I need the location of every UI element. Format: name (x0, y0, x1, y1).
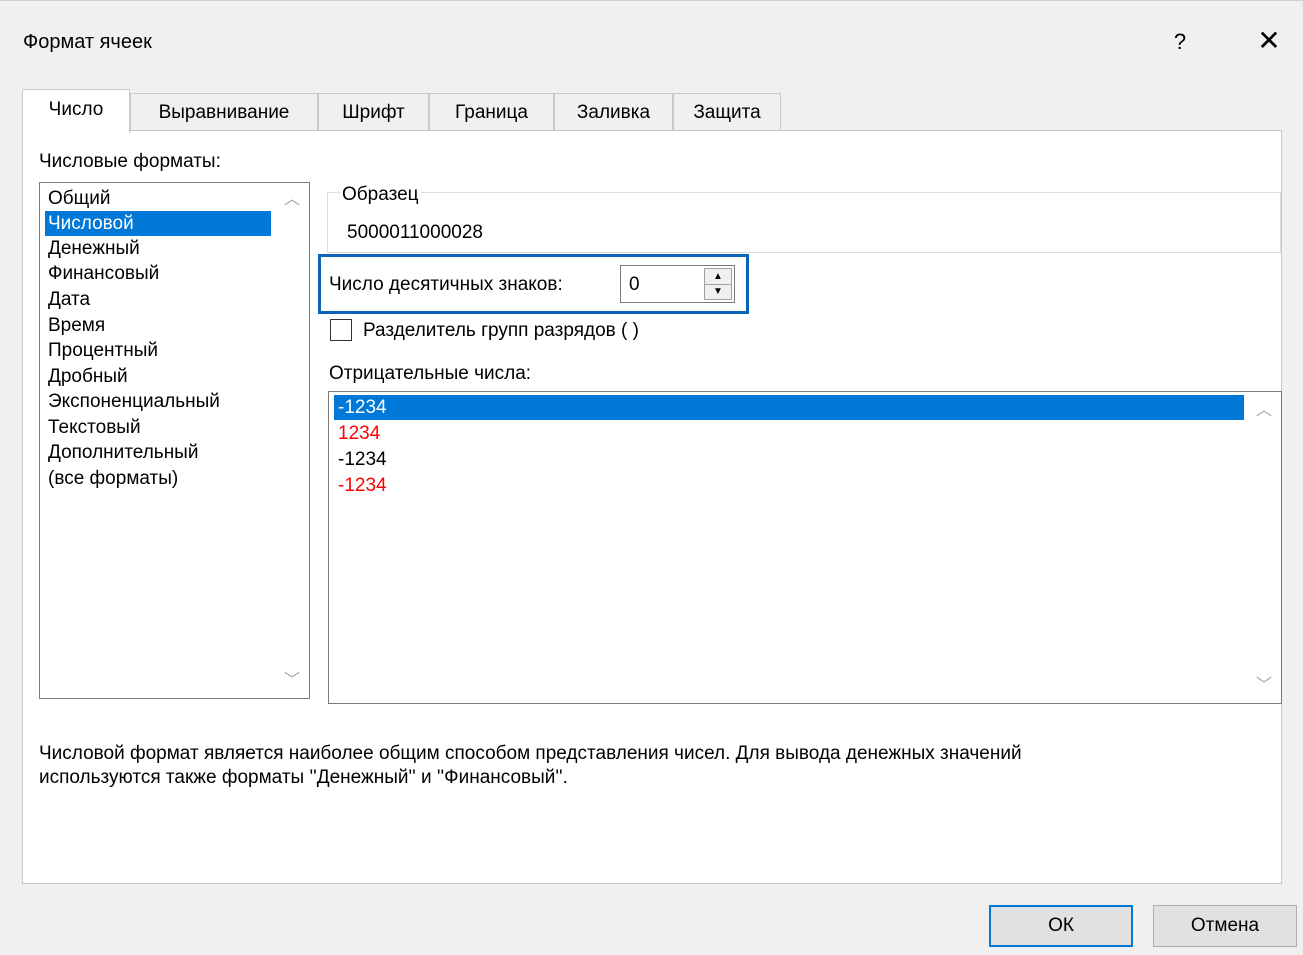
description-line-1: Числовой формат является наиболее общим … (39, 743, 1022, 764)
category-item[interactable]: Текстовый (45, 415, 271, 440)
tab-number[interactable]: Число (22, 89, 130, 133)
negative-format-item[interactable]: -1234 (334, 473, 1244, 498)
negative-format-item[interactable]: 1234 (334, 421, 1244, 446)
negative-numbers-list[interactable]: -1234 1234 -1234 -1234 ︿ ﹀ (328, 391, 1282, 704)
negative-scrollbar[interactable]: ︿ ﹀ (1247, 392, 1281, 703)
category-item[interactable]: Дополнительный (45, 440, 271, 465)
decimal-places-value[interactable]: 0 (629, 274, 640, 296)
title-bar: Формат ячеек ? ✕ (0, 1, 1303, 81)
tab-font[interactable]: Шрифт (318, 93, 429, 130)
category-item[interactable]: Финансовый (45, 261, 271, 286)
chevron-down-icon[interactable]: ﹀ (275, 666, 309, 696)
category-item-selected[interactable]: Числовой (45, 211, 271, 236)
category-scrollbar[interactable]: ︿ ﹀ (275, 183, 309, 698)
category-item[interactable]: Общий (45, 186, 271, 211)
ok-button[interactable]: ОК (989, 905, 1133, 947)
chevron-up-icon[interactable]: ︿ (275, 185, 309, 215)
category-item[interactable]: Дата (45, 287, 271, 312)
chevron-up-icon[interactable]: ︿ (1247, 396, 1281, 426)
chevron-down-icon[interactable]: ﹀ (1247, 671, 1281, 701)
tab-protection[interactable]: Защита (673, 93, 781, 130)
decimal-places-stepper[interactable]: 0 ▲ ▼ (620, 265, 735, 303)
sample-legend: Образец (340, 184, 421, 206)
category-item[interactable]: Время (45, 313, 271, 338)
sample-value: 5000011000028 (347, 222, 483, 243)
spin-down-icon[interactable]: ▼ (705, 284, 731, 299)
help-button[interactable]: ? (1166, 25, 1194, 59)
dialog-title: Формат ячеек (23, 31, 152, 53)
format-description: Числовой формат является наиболее общим … (39, 742, 1259, 790)
category-list[interactable]: Общий Числовой Денежный Финансовый Дата … (39, 182, 310, 699)
tab-fill[interactable]: Заливка (554, 93, 673, 130)
category-item[interactable]: (все форматы) (45, 466, 271, 491)
category-label: Числовые форматы: (39, 151, 221, 172)
spin-up-icon[interactable]: ▲ (705, 269, 731, 285)
category-item[interactable]: Процентный (45, 338, 271, 363)
format-cells-dialog: Формат ячеек ? ✕ Число Выравнивание Шриф… (0, 0, 1303, 955)
thousands-separator-checkbox[interactable] (330, 319, 352, 341)
decimal-places-label: Число десятичных знаков: (329, 274, 563, 295)
spin-buttons[interactable]: ▲ ▼ (704, 268, 732, 300)
close-icon[interactable]: ✕ (1253, 23, 1285, 59)
tab-border[interactable]: Граница (429, 93, 554, 130)
negative-format-item-selected[interactable]: -1234 (334, 395, 1244, 420)
tab-alignment[interactable]: Выравнивание (130, 93, 318, 130)
category-item[interactable]: Дробный (45, 364, 271, 389)
negative-format-item[interactable]: -1234 (334, 447, 1244, 472)
category-item[interactable]: Экспоненциальный (45, 389, 271, 414)
category-item[interactable]: Денежный (45, 236, 271, 261)
cancel-button[interactable]: Отмена (1153, 905, 1297, 947)
negative-numbers-label: Отрицательные числа: (329, 363, 532, 384)
thousands-separator-label[interactable]: Разделитель групп разрядов ( ) (363, 320, 639, 342)
description-line-2: используются также форматы ''Денежный'' … (39, 767, 568, 788)
